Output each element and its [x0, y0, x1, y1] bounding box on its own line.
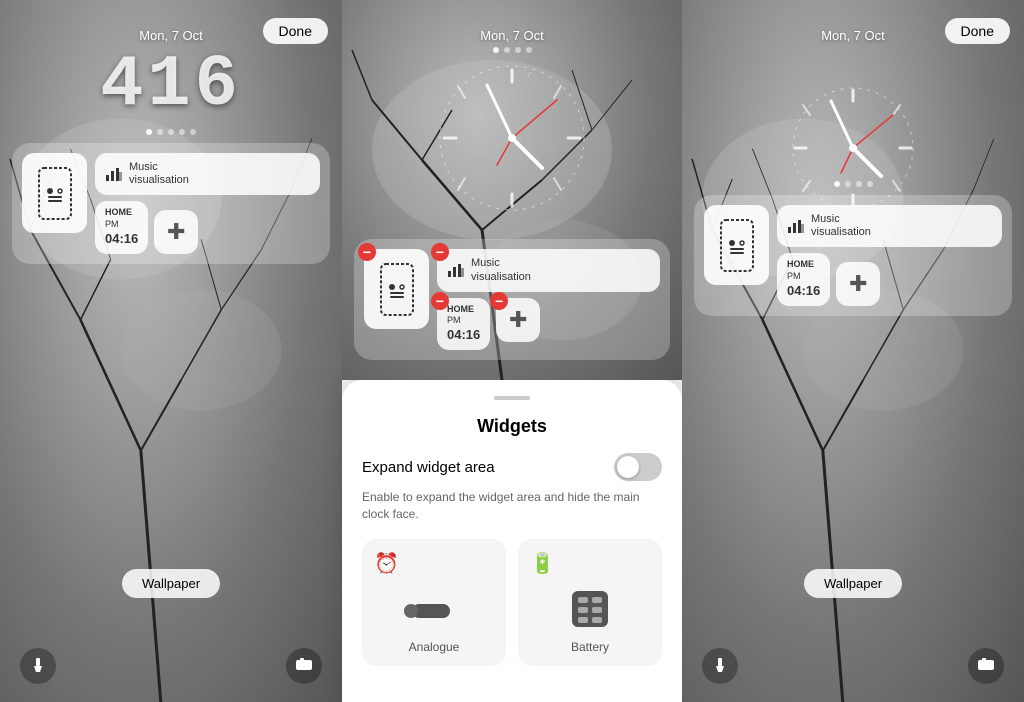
expand-widget-label: Expand widget area: [362, 459, 495, 476]
dot-4: [179, 129, 185, 135]
right-spacer: [682, 324, 1024, 648]
right-plus-icon: ✚: [849, 271, 867, 297]
middle-panel: Mon, 7 Oct: [342, 0, 682, 702]
plus-icon: ✚: [167, 219, 185, 245]
m-dot-2: [504, 47, 510, 53]
expand-widget-desc: Enable to expand the widget area and hid…: [362, 489, 662, 523]
right-bottom-widgets: HOME PM 04:16 ✚: [777, 253, 1002, 305]
m-dot-3: [515, 47, 521, 53]
middle-bottom-widgets: HOME PM 04:16 − ✚ −: [437, 298, 660, 350]
middle-top-area: Mon, 7 Oct: [342, 0, 682, 380]
right-flashlight-button[interactable]: [702, 648, 738, 684]
left-widget-area: Musicvisualisation HOME PM 04:16 ✚: [12, 143, 330, 264]
dot-1: [146, 129, 152, 135]
right-plus-widget[interactable]: ✚: [836, 262, 880, 306]
flashlight-icon: [30, 656, 46, 677]
battery-widget-card[interactable]: 🔋 Battery: [518, 539, 662, 666]
left-bottom-bar: [0, 638, 342, 702]
right-phone-content: Done Mon, 7 Oct: [682, 0, 1024, 702]
left-phone-content: Done Mon, 7 Oct 416: [0, 0, 342, 702]
alarm-icon: ⏰: [374, 551, 399, 576]
left-bottom-widgets: HOME PM 04:16 ✚: [95, 201, 320, 253]
expand-widget-row: Expand widget area: [362, 453, 662, 481]
right-music-label: Musicvisualisation: [811, 213, 871, 239]
plus-widget-minus-button[interactable]: −: [490, 292, 508, 310]
left-phone-widget: [22, 153, 87, 233]
right-done-button[interactable]: Done: [945, 18, 1010, 44]
right-widget-right-col: Musicvisualisation HOME PM 04:16 ✚: [777, 205, 1002, 306]
right-home-time-widget: HOME PM 04:16: [777, 253, 830, 305]
middle-phone-widget: [364, 249, 429, 329]
left-home-time-widget: HOME PM 04:16: [95, 201, 148, 253]
right-phone-panel: Done Mon, 7 Oct: [682, 0, 1024, 702]
widget-cards-grid: ⏰ Analogue 🔋: [362, 539, 662, 666]
middle-hometime-wrapper: HOME PM 04:16 −: [437, 298, 490, 350]
bottom-sheet: Widgets Expand widget area Enable to exp…: [342, 380, 682, 702]
middle-plus-wrapper: ✚ −: [496, 298, 540, 350]
middle-music-widget: Musicvisualisation: [437, 249, 660, 291]
bar-chart-icon: [105, 165, 123, 184]
dot-5: [190, 129, 196, 135]
left-wallpaper-button[interactable]: Wallpaper: [122, 569, 220, 598]
hometime-widget-minus-button[interactable]: −: [431, 292, 449, 310]
m-dot-1: [493, 47, 499, 53]
expand-widget-toggle[interactable]: [614, 453, 662, 481]
left-digital-clock: 416: [0, 49, 342, 121]
middle-date-label: Mon, 7 Oct: [342, 28, 682, 43]
mid-bar-chart-icon: [447, 261, 465, 280]
middle-dots-indicator: [342, 47, 682, 53]
m-dot-4: [526, 47, 532, 53]
right-camera-button[interactable]: [968, 648, 1004, 684]
left-widget-right-col: Musicvisualisation HOME PM 04:16 ✚: [95, 153, 320, 254]
analogue-widget-card[interactable]: ⏰ Analogue: [362, 539, 506, 666]
right-bottom-bar: [682, 638, 1024, 702]
left-done-button[interactable]: Done: [263, 18, 328, 44]
middle-music-wrapper: Musicvisualisation −: [437, 249, 660, 291]
right-clock-area: [682, 43, 1024, 173]
mid-music-label: Musicvisualisation: [471, 257, 531, 283]
right-camera-icon: [977, 657, 995, 676]
left-plus-widget[interactable]: ✚: [154, 210, 198, 254]
middle-widget-area: − Musicvisualisation: [354, 239, 670, 360]
sheet-handle: [494, 396, 530, 400]
analogue-preview: [404, 584, 464, 634]
analogue-clock: [402, 60, 622, 215]
right-widget-area: Musicvisualisation HOME PM 04:16 ✚: [694, 195, 1012, 316]
left-dots-indicator: [0, 129, 342, 135]
mid-plus-icon: ✚: [509, 307, 527, 333]
dot-3: [168, 129, 174, 135]
analogue-widget-label: Analogue: [409, 640, 460, 654]
left-music-widget: Musicvisualisation: [95, 153, 320, 195]
left-camera-button[interactable]: [286, 648, 322, 684]
left-flashlight-button[interactable]: [20, 648, 56, 684]
sheet-title: Widgets: [362, 416, 662, 437]
camera-icon: [295, 657, 313, 676]
right-phone-widget: [704, 205, 769, 285]
battery-preview: [566, 584, 614, 634]
right-wallpaper-button[interactable]: Wallpaper: [804, 569, 902, 598]
right-flashlight-icon: [712, 656, 728, 677]
right-bar-chart-icon: [787, 217, 805, 236]
battery-icon: 🔋: [530, 551, 555, 576]
middle-widget-right-col: Musicvisualisation − HOME PM 04:16 −: [437, 249, 660, 350]
right-analogue-clock: [753, 83, 953, 213]
left-music-label: Musicvisualisation: [129, 161, 189, 187]
dot-2: [157, 129, 163, 135]
middle-phone-widget-wrapper: −: [364, 249, 429, 350]
left-phone-panel: Done Mon, 7 Oct 416: [0, 0, 342, 702]
battery-widget-label: Battery: [571, 640, 609, 654]
